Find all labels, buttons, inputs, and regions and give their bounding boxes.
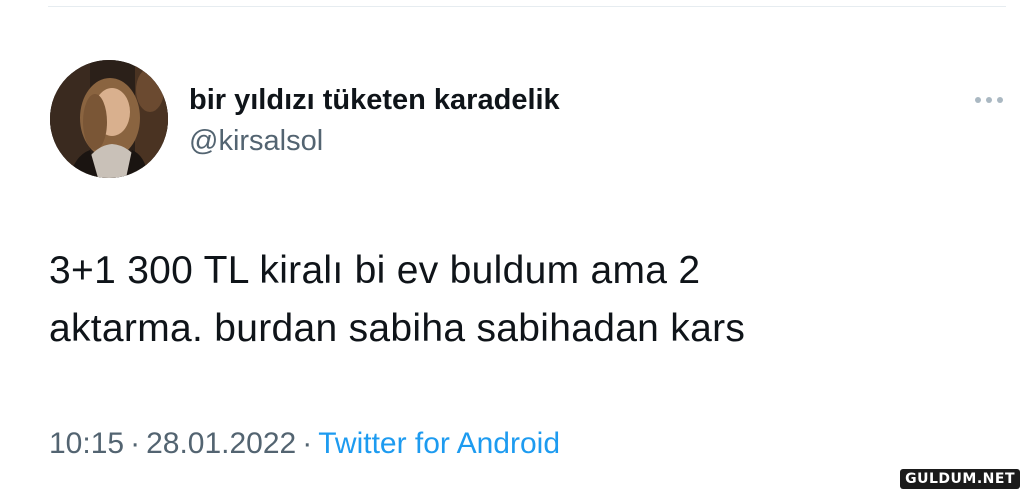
tweet-author: bir yıldızı tüketen karadelik @kirsalsol — [189, 82, 560, 159]
meta-separator: · — [130, 427, 141, 460]
tweet-text: 3+1 300 TL kiralı bi ev buldum ama 2 akt… — [49, 242, 989, 358]
tweet-page: bir yıldızı tüketen karadelik @kirsalsol… — [0, 0, 1024, 493]
tweet-time[interactable]: 10:15 — [49, 427, 124, 460]
tweet-meta: 10:15 · 28.01.2022 · Twitter for Android — [49, 424, 560, 464]
tweet-text-line: aktarma. burdan sabiha sabihadan kars — [49, 307, 746, 350]
avatar[interactable] — [50, 60, 168, 178]
top-divider — [48, 6, 1006, 7]
author-display-name[interactable]: bir yıldızı tüketen karadelik — [189, 82, 560, 118]
more-horizontal-icon — [975, 97, 1003, 103]
meta-separator: · — [302, 427, 313, 460]
tweet-text-line: 3+1 300 TL kiralı bi ev buldum ama 2 — [49, 249, 701, 292]
tweet-source-link[interactable]: Twitter for Android — [318, 427, 560, 460]
more-options-button[interactable] — [968, 88, 1014, 112]
tweet-date[interactable]: 28.01.2022 — [146, 427, 296, 460]
author-handle[interactable]: @kirsalsol — [189, 123, 560, 159]
watermark: GULDUM.NET — [900, 469, 1020, 489]
avatar-photo — [50, 60, 168, 178]
